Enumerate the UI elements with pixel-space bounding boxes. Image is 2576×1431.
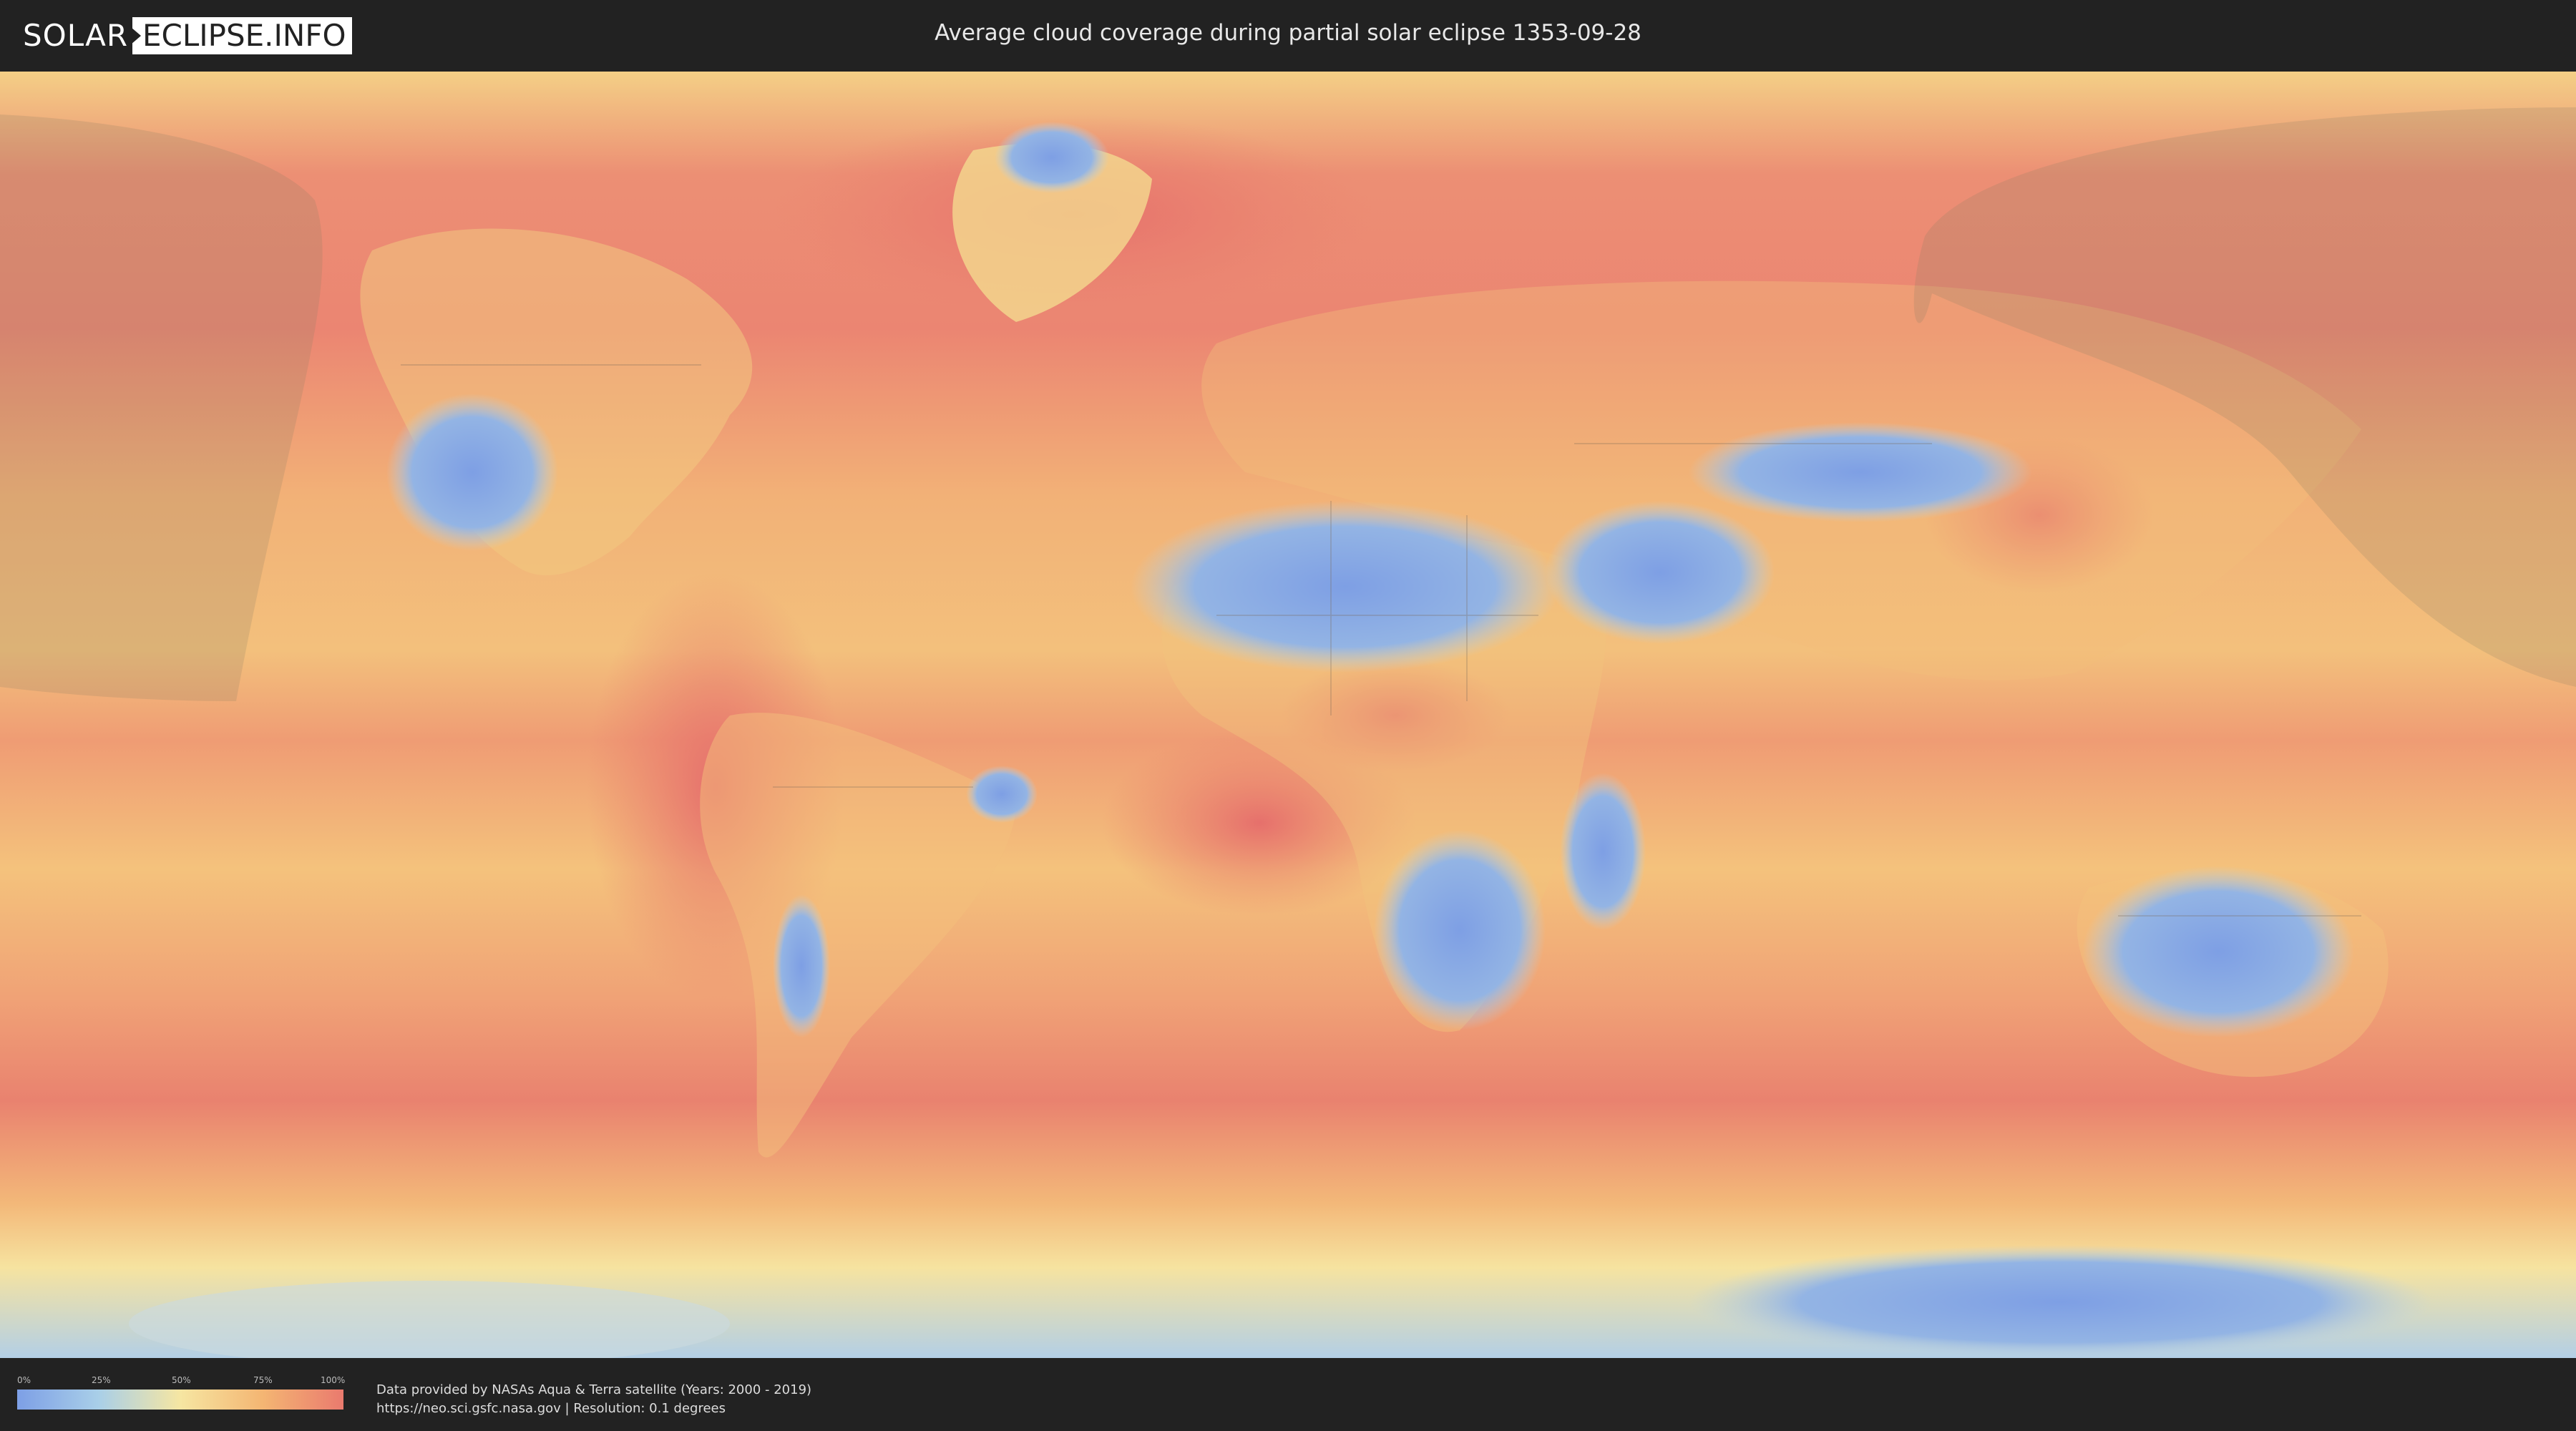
map-canvas bbox=[0, 72, 2576, 1358]
map-clear-antarctica-east bbox=[1689, 1245, 2433, 1358]
legend-tick-50: 50% bbox=[172, 1375, 191, 1385]
footer-bar: 0% 25% 50% 75% 100% Data provided by NAS… bbox=[0, 1358, 2576, 1431]
map-clear-ne-brazil bbox=[966, 766, 1038, 823]
legend-gradient-bar bbox=[17, 1390, 343, 1410]
map-clear-arabia bbox=[1546, 501, 1775, 644]
map-clear-southern-africa bbox=[1374, 830, 1546, 1030]
cloud-coverage-map[interactable] bbox=[0, 72, 2576, 1358]
map-clear-sahara bbox=[1131, 501, 1560, 673]
legend-tick-0: 0% bbox=[17, 1375, 31, 1385]
legend-tick-100: 100% bbox=[321, 1375, 346, 1385]
map-clear-central-asia bbox=[1689, 422, 2032, 522]
credits-line-url: https://neo.sci.gsfc.nasa.gov | Resoluti… bbox=[376, 1401, 726, 1416]
data-credits: Data provided by NASAs Aqua & Terra sate… bbox=[376, 1381, 811, 1418]
page-title: Average cloud coverage during partial so… bbox=[935, 20, 1641, 46]
map-clear-greenland bbox=[995, 122, 1109, 193]
credits-line-source: Data provided by NASAs Aqua & Terra sate… bbox=[376, 1382, 812, 1397]
legend-ticks: 0% 25% 50% 75% 100% bbox=[17, 1375, 346, 1390]
color-legend: 0% 25% 50% 75% 100% bbox=[17, 1375, 346, 1410]
map-clear-madagascar bbox=[1560, 773, 1646, 930]
legend-tick-75: 75% bbox=[253, 1375, 273, 1385]
map-clear-us-southwest bbox=[386, 394, 558, 551]
map-clear-australia bbox=[2082, 866, 2354, 1037]
map-clear-atacama bbox=[773, 894, 830, 1037]
legend-tick-25: 25% bbox=[92, 1375, 111, 1385]
header-bar: SOLAR ECLIPSE.INFO Average cloud coverag… bbox=[0, 0, 2576, 72]
